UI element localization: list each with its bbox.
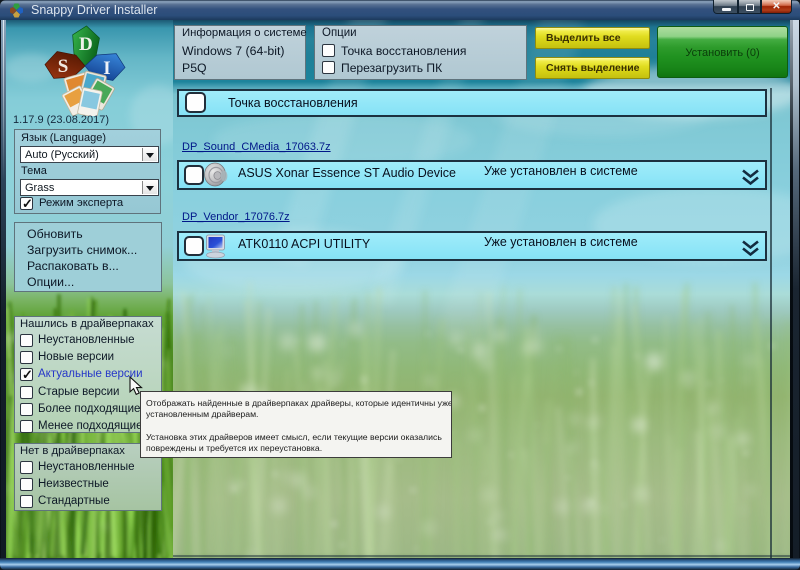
svg-text:D: D [79,34,93,55]
svg-text:S: S [58,56,69,77]
